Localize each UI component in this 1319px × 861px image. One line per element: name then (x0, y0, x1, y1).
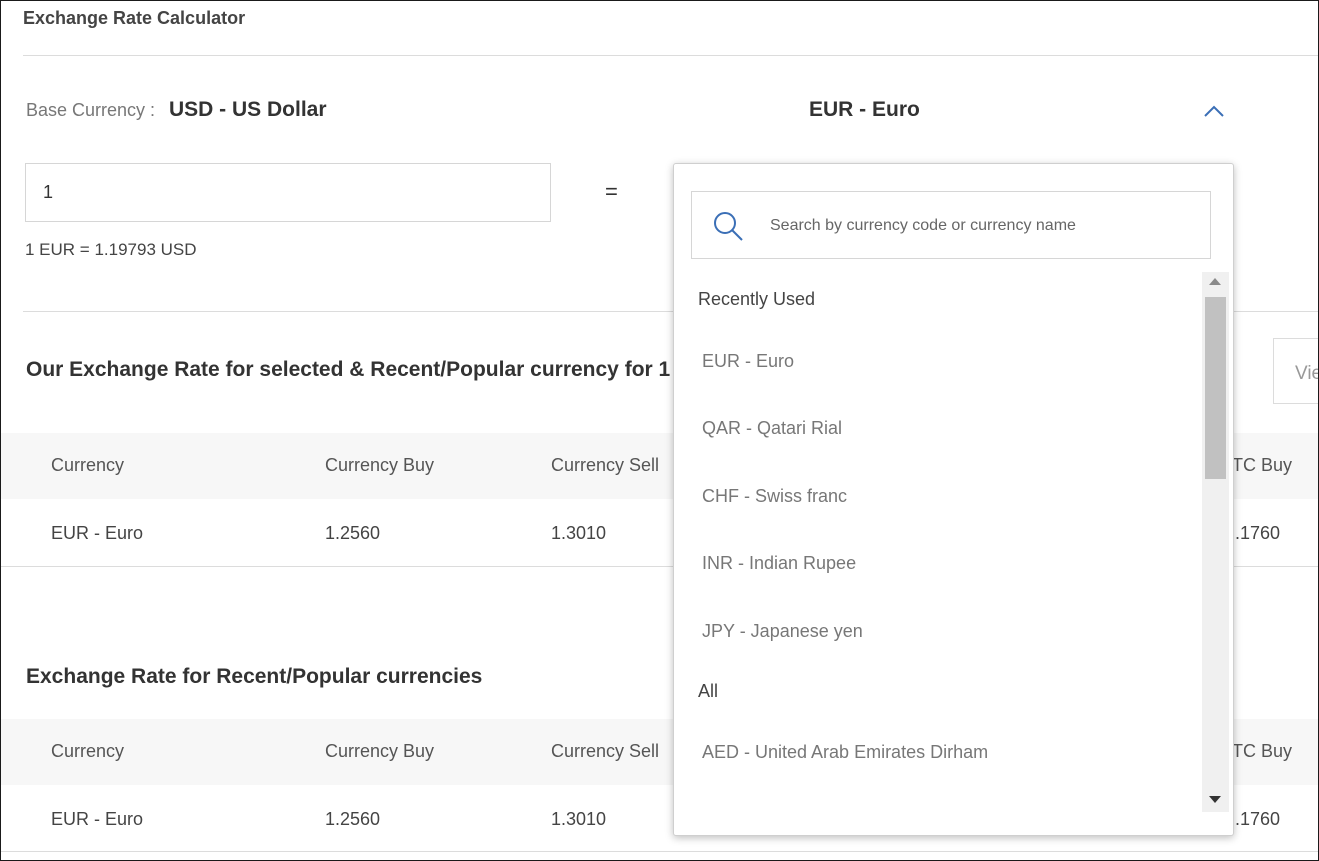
cell-currency: EUR - Euro (51, 809, 144, 829)
rate-note: 1 EUR = 1.19793 USD (25, 240, 197, 259)
target-currency-selector[interactable]: EUR - Euro (809, 98, 920, 122)
all-currencies-label: All (698, 681, 719, 701)
scrollbar-thumb[interactable] (1205, 297, 1226, 479)
currency-dropdown: Recently Used EUR - Euro QAR - Qatari Ri… (673, 163, 1234, 836)
column-header-currency-buy: Currency Buy (325, 741, 435, 761)
title-divider (23, 55, 1318, 56)
currency-option-jpy[interactable]: JPY - Japanese yen (702, 621, 863, 642)
base-currency-label: Base Currency : (26, 100, 156, 120)
column-header-currency: Currency (51, 455, 125, 475)
scroll-down-arrow-icon[interactable] (1209, 796, 1221, 803)
column-header-currency-sell: Currency Sell (551, 741, 660, 761)
currency-option-aed[interactable]: AED - United Arab Emirates Dirham (702, 742, 988, 763)
exchange-rate-page: Exchange Rate Calculator Base Currency :… (0, 0, 1319, 861)
column-header-tc-buy: TC Buy (1232, 741, 1293, 761)
search-icon (714, 212, 743, 241)
cell-currency-buy: 1.2560 (325, 523, 381, 543)
cell-currency: EUR - Euro (51, 523, 144, 543)
amount-input[interactable] (25, 163, 551, 222)
section-heading-popular-rates: Exchange Rate for Recent/Popular currenc… (26, 665, 483, 688)
page-title: Exchange Rate Calculator (23, 8, 246, 28)
currency-option-chf[interactable]: CHF - Swiss franc (702, 486, 847, 507)
row-divider (1, 851, 1318, 852)
column-header-currency: Currency (51, 741, 125, 761)
chevron-up-icon[interactable] (1202, 99, 1226, 123)
recently-used-label: Recently Used (698, 289, 816, 309)
currency-search-input[interactable] (768, 192, 1202, 260)
currency-option-eur[interactable]: EUR - Euro (702, 351, 794, 372)
currency-search-box (691, 191, 1211, 260)
dropdown-scrollbar[interactable] (1202, 272, 1229, 812)
currency-option-qar[interactable]: QAR - Qatari Rial (702, 418, 842, 439)
cell-currency-buy: 1.2560 (325, 809, 381, 829)
equals-sign: = (605, 179, 618, 204)
column-header-tc-buy: TC Buy (1232, 455, 1293, 475)
view-button[interactable]: Vie (1273, 338, 1318, 404)
currency-option-inr[interactable]: INR - Indian Rupee (702, 553, 856, 574)
scroll-up-arrow-icon[interactable] (1209, 278, 1221, 285)
base-currency-value: USD - US Dollar (169, 98, 327, 121)
cell-tc-buy: .1760 (1235, 809, 1281, 829)
cell-currency-sell: 1.3010 (551, 809, 607, 829)
column-header-currency-sell: Currency Sell (551, 455, 660, 475)
cell-tc-buy: .1760 (1235, 523, 1281, 543)
cell-currency-sell: 1.3010 (551, 523, 607, 543)
section-heading-selected-rates: Our Exchange Rate for selected & Recent/… (26, 358, 702, 381)
column-header-currency-buy: Currency Buy (325, 455, 435, 475)
